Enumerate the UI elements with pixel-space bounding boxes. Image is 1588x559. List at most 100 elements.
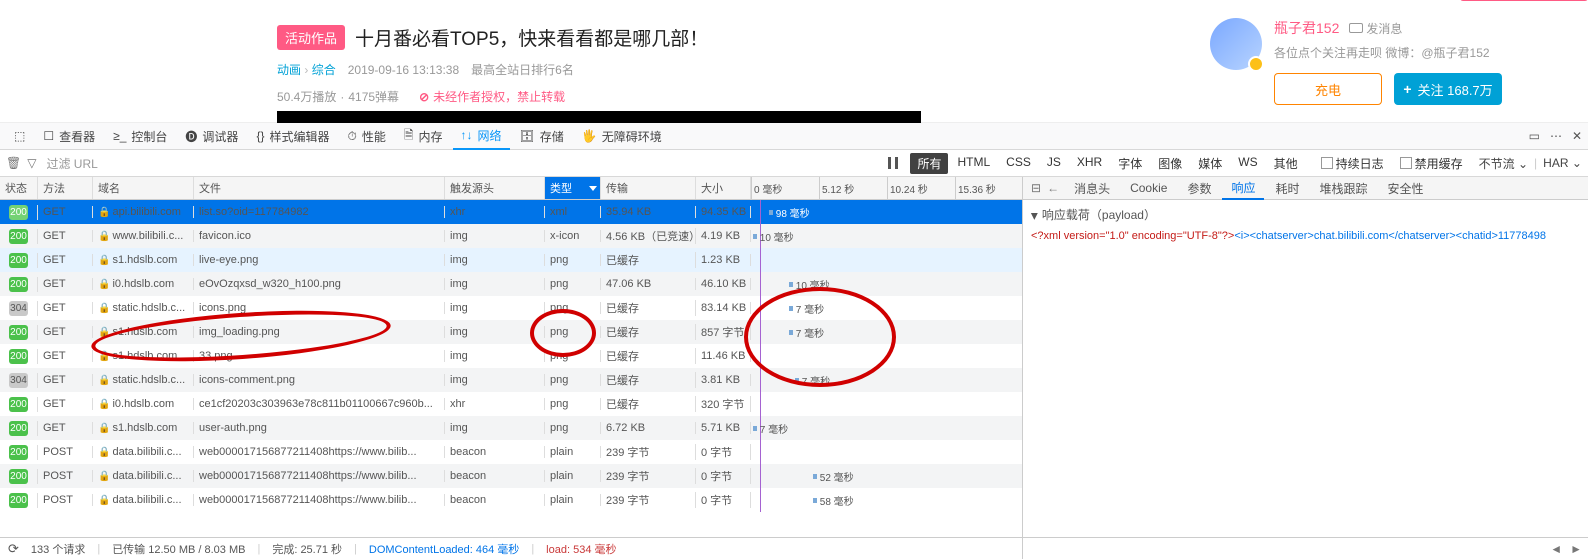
charge-button[interactable]: 充电 [1274, 73, 1382, 105]
lock-icon: 🔒 [98, 351, 110, 362]
throttle-select[interactable]: 不节流 ⌄ [1479, 155, 1528, 172]
inspector-picker-icon[interactable]: ⬚ [6, 123, 33, 150]
filter-css[interactable]: CSS [999, 153, 1038, 174]
col-method[interactable]: 方法 [38, 177, 93, 199]
cell-size: 4.19 KB [696, 230, 751, 242]
table-row[interactable]: 200GET🔒s1.hdslb.comlive-eye.pngimgpng已缓存… [0, 248, 1022, 272]
filter-font[interactable]: 字体 [1111, 153, 1149, 174]
table-row[interactable]: 200GET🔒s1.hdslb.comimg_loading.pngimgpng… [0, 320, 1022, 344]
tab-style-editor[interactable]: {} 样式编辑器 [248, 123, 337, 150]
lock-icon: 🔒 [98, 231, 110, 242]
cell-size: 83.14 KB [696, 302, 751, 314]
cell-transferred: 已缓存 [601, 348, 696, 364]
persist-logs-checkbox[interactable]: 持续日志 [1321, 155, 1384, 172]
filter-img[interactable]: 图像 [1151, 153, 1189, 174]
table-row[interactable]: 304GET🔒static.hdslb.c...icons-comment.pn… [0, 368, 1022, 392]
table-row[interactable]: 200POST🔒data.bilibili.c...web00001715687… [0, 464, 1022, 488]
toggle-raw-icon[interactable]: ⊟ [1031, 181, 1041, 195]
clear-icon[interactable]: 🗑 [6, 156, 21, 170]
back-icon[interactable]: ← [1047, 181, 1059, 195]
cell-file: img_loading.png [194, 326, 445, 338]
tab-network[interactable]: ↑↓ 网络 [453, 123, 510, 150]
cell-file: web000017156877211408https://www.bilib..… [194, 470, 445, 482]
table-row[interactable]: 200GET🔒i0.hdslb.comeOvOzqxsd_w320_h100.p… [0, 272, 1022, 296]
table-row[interactable]: 200POST🔒data.bilibili.c...web00001715687… [0, 488, 1022, 512]
scroll-right-icon[interactable]: ► [1570, 542, 1582, 556]
detail-tab-timing[interactable]: 耗时 [1266, 177, 1308, 200]
cell-transferred: 4.56 KB（已竞速） [601, 228, 696, 244]
avatar[interactable] [1210, 18, 1262, 70]
table-row[interactable]: 200GET🔒s1.hdslb.comuser-auth.pngimgpng6.… [0, 416, 1022, 440]
detail-tab-security[interactable]: 安全性 [1379, 177, 1433, 200]
activity-badge: 活动作品 [277, 25, 345, 50]
col-type[interactable]: 类型 [545, 177, 601, 199]
detail-tab-cookies[interactable]: Cookie [1121, 177, 1176, 200]
scroll-left-icon[interactable]: ◄ [1550, 542, 1562, 556]
col-status[interactable]: 状态 [0, 177, 38, 199]
cell-cause: img [445, 278, 545, 290]
detail-tab-response[interactable]: 响应 [1222, 177, 1264, 200]
status-badge: 304 [9, 373, 28, 388]
detail-tab-params[interactable]: 参数 [1178, 177, 1220, 200]
close-devtools-icon[interactable]: ✕ [1572, 129, 1582, 143]
reload-icon[interactable]: ⟳ [8, 541, 19, 557]
cell-waterfall [751, 248, 1022, 272]
filter-js[interactable]: JS [1040, 153, 1068, 174]
filter-ws[interactable]: WS [1231, 153, 1264, 174]
table-row[interactable]: 200POST🔒data.bilibili.c...web00001715687… [0, 440, 1022, 464]
col-transferred[interactable]: 传输 [601, 177, 696, 199]
col-file[interactable]: 文件 [194, 177, 445, 199]
lock-icon: 🔒 [98, 495, 110, 506]
table-row[interactable]: 200GET🔒api.bilibili.comlist.so?oid=11778… [0, 200, 1022, 224]
lock-icon: 🔒 [98, 471, 110, 482]
table-row[interactable]: 304GET🔒static.hdslb.c...icons.pngimgpng已… [0, 296, 1022, 320]
cell-domain: 🔒data.bilibili.c... [93, 470, 194, 482]
envelope-icon [1349, 23, 1363, 33]
col-cause[interactable]: 触发源头 [445, 177, 545, 199]
pause-icon[interactable] [888, 157, 898, 169]
response-body[interactable]: ▶响应载荷（payload） <?xml version="1.0" encod… [1023, 200, 1588, 537]
follow-button[interactable]: +关注 168.7万 [1394, 73, 1502, 105]
send-message-link[interactable]: 发消息 [1349, 20, 1402, 37]
more-icon[interactable]: ⋯ [1550, 129, 1562, 143]
har-select[interactable]: HAR ⌄ [1543, 156, 1582, 170]
filter-all[interactable]: 所有 [910, 153, 948, 174]
filter-xhr[interactable]: XHR [1070, 153, 1109, 174]
category-link-1[interactable]: 动画 [277, 63, 301, 77]
tab-console[interactable]: ≥_ 控制台 [105, 123, 175, 150]
detail-tab-headers[interactable]: 消息头 [1065, 177, 1119, 200]
col-domain[interactable]: 域名 [93, 177, 194, 199]
cell-type: plain [545, 446, 601, 458]
filter-other[interactable]: 其他 [1267, 153, 1305, 174]
dock-icon[interactable]: ▭ [1529, 129, 1540, 143]
cell-transferred: 6.72 KB [601, 422, 696, 434]
cell-size: 320 字节 [696, 396, 751, 412]
tab-storage[interactable]: 🗄 存储 [512, 123, 572, 150]
disable-cache-checkbox[interactable]: 禁用缓存 [1400, 155, 1463, 172]
tab-debugger[interactable]: 🅓 调试器 [177, 123, 246, 150]
category-link-2[interactable]: 综合 [312, 63, 336, 77]
detail-tab-stack[interactable]: 堆栈跟踪 [1310, 177, 1376, 200]
col-waterfall[interactable]: 0 毫秒 5.12 秒 10.24 秒 15.36 秒 [751, 177, 1022, 199]
cell-type: png [545, 398, 601, 410]
table-row[interactable]: 200GET🔒www.bilibili.c...favicon.icoimgx-… [0, 224, 1022, 248]
tab-inspector[interactable]: ☐ 查看器 [35, 123, 103, 150]
tab-performance[interactable]: ⏱ 性能 [339, 123, 393, 150]
danmu-count: 4175弹幕 [348, 88, 399, 105]
table-row[interactable]: 200GET🔒i0.hdslb.comce1cf20203c303963e78c… [0, 392, 1022, 416]
cell-type: png [545, 326, 601, 338]
tab-memory[interactable]: 🗎 内存 [396, 123, 451, 150]
filter-html[interactable]: HTML [950, 153, 997, 174]
cell-waterfall: 7 毫秒 [751, 296, 1022, 320]
cell-domain: 🔒static.hdslb.c... [93, 374, 194, 386]
filter-icon[interactable]: ▽ [27, 156, 36, 170]
filter-media[interactable]: 媒体 [1191, 153, 1229, 174]
cell-size: 3.81 KB [696, 374, 751, 386]
cell-waterfall: 52 毫秒 [751, 464, 1022, 488]
tab-accessibility[interactable]: 🖐 无障碍环境 [574, 123, 670, 150]
uploader-name[interactable]: 瓶子君152 [1274, 18, 1339, 38]
url-filter-input[interactable]: 过滤 URL [42, 153, 882, 174]
col-size[interactable]: 大小 [696, 177, 751, 199]
network-filter-bar: 🗑 ▽ 过滤 URL 所有 HTML CSS JS XHR 字体 图像 媒体 W… [0, 150, 1588, 177]
table-row[interactable]: 200GET🔒s1.hdslb.com33.pngimgpng已缓存11.46 … [0, 344, 1022, 368]
